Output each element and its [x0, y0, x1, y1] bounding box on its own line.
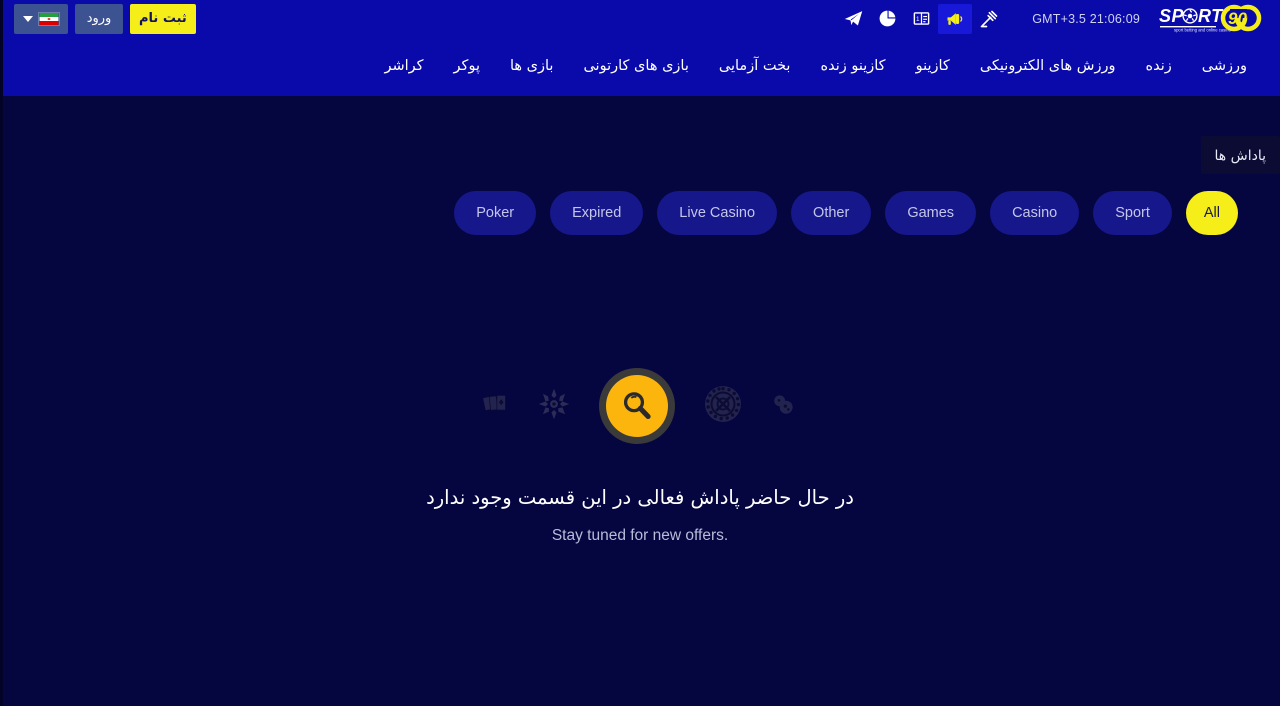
results-scoreboard-icon[interactable]: 1: [904, 4, 938, 34]
bonus-category-filters: All Sport Casino Games Other Live Casino…: [0, 191, 1259, 235]
language-selector[interactable]: [14, 3, 68, 34]
filter-pill-sport[interactable]: Sport: [1093, 191, 1172, 235]
filter-pill-other[interactable]: Other: [791, 191, 872, 235]
svg-text:sport betting and online casin: sport betting and online casino: [1174, 27, 1231, 32]
filter-pill-poker[interactable]: Poker: [454, 191, 537, 235]
main-navigation: ورزشی زنده ورزش های الکترونیکی کازینو کا…: [0, 37, 1280, 96]
filter-pill-games[interactable]: Games: [885, 191, 977, 235]
roulette-wheel-icon: [537, 387, 571, 425]
top-bar-left-group: ورود ثبت نام: [0, 3, 196, 34]
filter-pill-all[interactable]: All: [1185, 191, 1238, 235]
telegram-icon[interactable]: [836, 4, 870, 34]
nav-item-sports[interactable]: ورزشی: [1187, 37, 1262, 96]
gavel-icon[interactable]: [972, 4, 1006, 34]
megaphone-icon[interactable]: [938, 3, 973, 34]
chevron-down-icon: [22, 15, 33, 22]
server-clock: GMT+3.5 21:06:09: [1032, 11, 1140, 26]
empty-state-title: در حال حاضر پاداش فعالی در این قسمت وجود…: [426, 486, 854, 509]
svg-text:1: 1: [916, 16, 920, 23]
empty-state: در حال حاضر پاداش فعالی در این قسمت وجود…: [0, 358, 1280, 545]
iran-flag-icon: [37, 11, 60, 26]
empty-state-subtitle: .Stay tuned for new offers: [551, 527, 729, 544]
empty-state-illustration: [482, 358, 797, 454]
register-button[interactable]: ثبت نام: [130, 3, 196, 34]
filter-pill-expired[interactable]: Expired: [550, 191, 644, 235]
page-title-label: پاداش ها: [1214, 148, 1266, 164]
site-logo[interactable]: SP RT 90 sport betting and online casino: [1158, 4, 1262, 34]
nav-item-casino[interactable]: کازینو: [901, 37, 965, 96]
playing-cards-icon: [482, 392, 509, 420]
nav-item-poker[interactable]: پوکر: [439, 37, 495, 96]
nav-item-live-casino[interactable]: کازینو زنده: [805, 37, 900, 96]
filter-pill-casino[interactable]: Casino: [990, 191, 1080, 235]
nav-item-lottery[interactable]: بخت آزمایی: [704, 37, 806, 96]
nav-item-cartoon-games[interactable]: بازی های کارتونی: [568, 37, 703, 96]
left-edge-strip: [0, 0, 3, 706]
page-content: پاداش ها All Sport Casino Games Other Li…: [0, 96, 1280, 706]
nav-item-esports[interactable]: ورزش های الکترونیکی: [965, 37, 1131, 96]
svg-text:90: 90: [1228, 9, 1247, 28]
login-button[interactable]: ورود: [75, 3, 123, 34]
dice-icon: [771, 391, 797, 421]
page-title: پاداش ها: [1200, 136, 1280, 174]
svg-text:SP: SP: [1159, 6, 1185, 26]
top-bar: ورود ثبت نام 1 GMT+3.5 21:06:09 SP RT 90…: [0, 0, 1280, 37]
poker-chip-icon: [703, 384, 743, 428]
pie-chart-icon[interactable]: [870, 4, 904, 34]
nav-item-live[interactable]: زنده: [1131, 37, 1187, 96]
nav-item-crasher[interactable]: کراشر: [369, 37, 438, 96]
magnifier-icon: [599, 368, 675, 444]
svg-text:RT: RT: [1198, 6, 1224, 26]
filter-pill-live-casino[interactable]: Live Casino: [657, 191, 778, 235]
nav-item-games[interactable]: بازی ها: [495, 37, 568, 96]
magnifier-inner-circle: [606, 375, 668, 437]
top-bar-right-group: 1 GMT+3.5 21:06:09 SP RT 90 sport bettin…: [836, 3, 1280, 34]
